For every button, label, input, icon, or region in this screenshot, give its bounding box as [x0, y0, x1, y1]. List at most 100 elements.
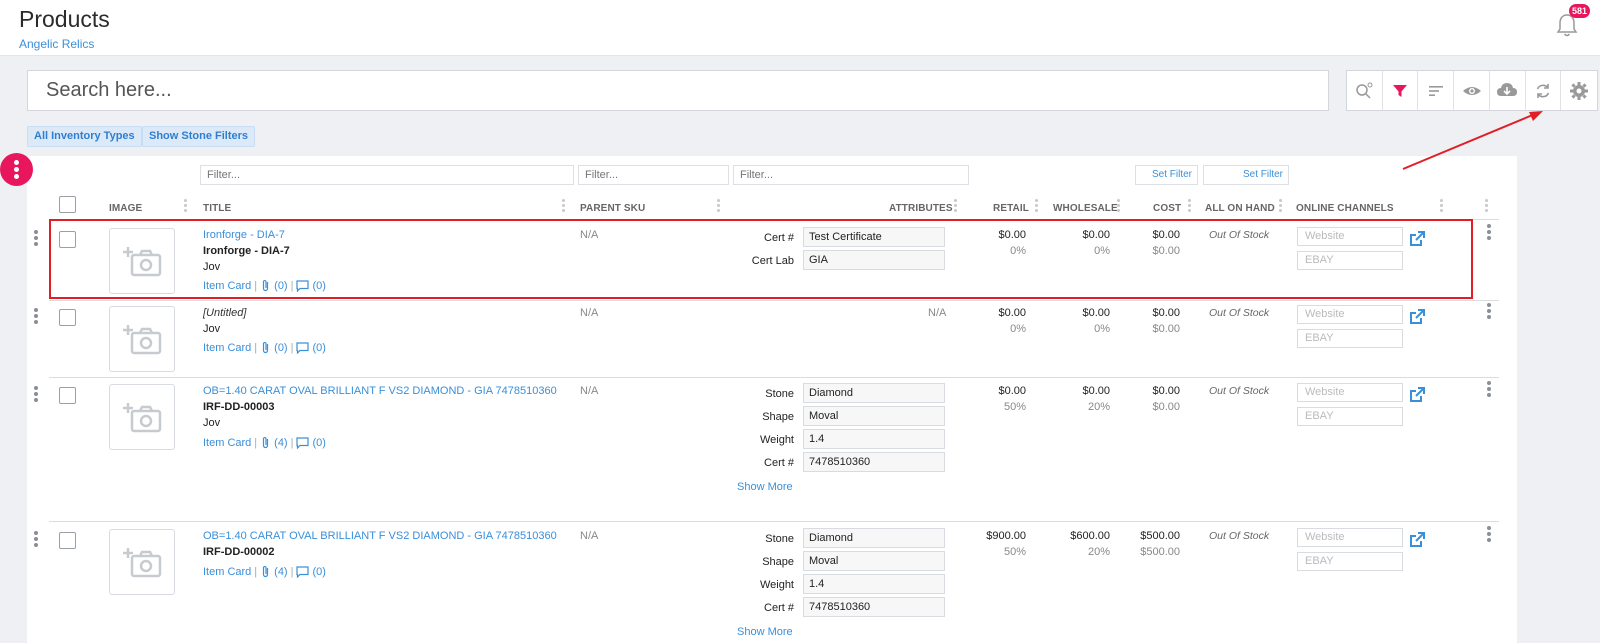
- download-button[interactable]: [1490, 71, 1526, 110]
- attr-label: Stone: [765, 388, 794, 400]
- column-header-online-channels[interactable]: ONLINE CHANNELS: [1296, 203, 1394, 214]
- paperclip-icon[interactable]: [260, 341, 271, 354]
- row-divider: [49, 300, 1499, 301]
- all-inventory-types-button[interactable]: All Inventory Types: [27, 126, 142, 147]
- attr-value[interactable]: 1.4: [803, 429, 945, 449]
- column-resize-handle[interactable]: [1279, 199, 1282, 214]
- column-resize-handle[interactable]: [1035, 199, 1038, 214]
- row-checkbox[interactable]: [59, 309, 76, 326]
- column-resize-handle[interactable]: [184, 199, 187, 214]
- column-header-image[interactable]: IMAGE: [109, 203, 142, 214]
- website-channel[interactable]: Website: [1297, 383, 1403, 402]
- row-drag-handle[interactable]: [34, 386, 38, 404]
- product-vendor: Jov: [203, 323, 221, 335]
- product-image-placeholder[interactable]: [109, 529, 175, 595]
- comment-count[interactable]: (0): [312, 566, 325, 578]
- side-menu-button[interactable]: [0, 153, 33, 186]
- comment-count[interactable]: (0): [312, 342, 325, 354]
- paperclip-icon[interactable]: [260, 565, 271, 578]
- wholesale-price: $0.00: [1082, 307, 1110, 319]
- website-channel[interactable]: Website: [1297, 305, 1403, 324]
- column-header-title[interactable]: TITLE: [203, 203, 231, 214]
- column-resize-handle[interactable]: [562, 199, 565, 214]
- attr-value[interactable]: Diamond: [803, 383, 945, 403]
- product-title-link[interactable]: OB=1.40 CARAT OVAL BRILLIANT F VS2 DIAMO…: [203, 385, 557, 397]
- column-resize-handle[interactable]: [1188, 199, 1191, 214]
- view-button[interactable]: [1454, 71, 1490, 110]
- show-stone-filters-button[interactable]: Show Stone Filters: [142, 126, 256, 147]
- search-settings-button[interactable]: [1347, 71, 1383, 110]
- set-filter-button[interactable]: Set Filter: [1135, 165, 1198, 185]
- column-header-all-on-hand[interactable]: ALL ON HAND: [1205, 203, 1275, 214]
- comment-icon[interactable]: [296, 436, 310, 449]
- ebay-channel[interactable]: EBAY: [1297, 329, 1403, 348]
- store-name-link[interactable]: Angelic Relics: [19, 37, 94, 51]
- item-card-link[interactable]: Item Card: [203, 342, 251, 354]
- row-more-menu[interactable]: [1487, 526, 1491, 544]
- attr-value[interactable]: 7478510360: [803, 452, 945, 472]
- ebay-channel[interactable]: EBAY: [1297, 407, 1403, 426]
- attr-value[interactable]: 1.4: [803, 574, 945, 594]
- product-title[interactable]: [Untitled]: [203, 307, 246, 319]
- cost-sub: $0.00: [1152, 323, 1180, 335]
- attributes-filter-input[interactable]: [733, 165, 969, 185]
- filter-button[interactable]: [1383, 71, 1419, 110]
- item-card-link[interactable]: Item Card: [203, 437, 251, 449]
- row-more-menu[interactable]: [1487, 303, 1491, 321]
- attr-value[interactable]: Moval: [803, 551, 945, 571]
- column-resize-handle[interactable]: [1440, 199, 1443, 214]
- item-card-link[interactable]: Item Card: [203, 566, 251, 578]
- comment-count[interactable]: (0): [312, 437, 325, 449]
- set-filter-button[interactable]: Set Filter: [1203, 165, 1289, 185]
- product-title-link[interactable]: OB=1.40 CARAT OVAL BRILLIANT F VS2 DIAMO…: [203, 530, 557, 542]
- attachment-count[interactable]: (4): [274, 566, 287, 578]
- external-link-icon[interactable]: [1409, 531, 1426, 548]
- search-input[interactable]: [28, 71, 1328, 110]
- row-checkbox[interactable]: [59, 387, 76, 404]
- search-settings-icon: [1356, 82, 1373, 99]
- stock-status: Out Of Stock: [1209, 385, 1270, 397]
- parent-sku-filter-input[interactable]: [578, 165, 729, 185]
- column-header-cost[interactable]: COST: [1153, 203, 1181, 214]
- external-link-icon[interactable]: [1409, 308, 1426, 325]
- external-link-icon[interactable]: [1409, 386, 1426, 403]
- row-more-menu[interactable]: [1487, 224, 1491, 242]
- attr-label: Shape: [762, 411, 794, 423]
- wholesale-percent: 20%: [1087, 401, 1110, 413]
- attachment-count[interactable]: (0): [274, 342, 287, 354]
- attachment-count[interactable]: (4): [274, 437, 287, 449]
- column-header-parent-sku[interactable]: PARENT SKU: [580, 203, 645, 214]
- paperclip-icon[interactable]: [260, 436, 271, 449]
- title-filter-input[interactable]: [200, 165, 574, 185]
- show-more-link[interactable]: Show More: [737, 626, 793, 638]
- item-meta-links: Item Card | (4) | (0): [203, 565, 326, 578]
- column-resize-handle[interactable]: [1485, 199, 1488, 214]
- column-header-retail[interactable]: RETAIL: [993, 203, 1029, 214]
- row-drag-handle[interactable]: [34, 308, 38, 326]
- attr-value[interactable]: Moval: [803, 406, 945, 426]
- row-drag-handle[interactable]: [34, 230, 38, 248]
- row-more-menu[interactable]: [1487, 381, 1491, 399]
- product-image-placeholder[interactable]: [109, 384, 175, 450]
- attr-value[interactable]: 7478510360: [803, 597, 945, 617]
- comment-icon[interactable]: [296, 341, 310, 354]
- column-header-wholesale[interactable]: WHOLESALE: [1053, 203, 1118, 214]
- attr-value[interactable]: Diamond: [803, 528, 945, 548]
- column-resize-handle[interactable]: [717, 199, 720, 214]
- wholesale-percent: 20%: [1087, 546, 1110, 558]
- sort-button[interactable]: [1418, 71, 1455, 110]
- select-all-checkbox[interactable]: [59, 196, 76, 213]
- row-drag-handle[interactable]: [34, 531, 38, 549]
- sync-button[interactable]: [1526, 71, 1562, 110]
- website-channel[interactable]: Website: [1297, 528, 1403, 547]
- row-checkbox[interactable]: [59, 532, 76, 549]
- highlight-box: [49, 219, 1473, 299]
- show-more-link[interactable]: Show More: [737, 481, 793, 493]
- comment-icon[interactable]: [296, 565, 310, 578]
- column-resize-handle[interactable]: [1117, 199, 1120, 214]
- ebay-channel[interactable]: EBAY: [1297, 552, 1403, 571]
- column-resize-handle[interactable]: [954, 199, 957, 214]
- product-image-placeholder[interactable]: [109, 306, 175, 372]
- column-header-attributes[interactable]: ATTRIBUTES: [889, 203, 953, 214]
- settings-button[interactable]: [1561, 71, 1597, 110]
